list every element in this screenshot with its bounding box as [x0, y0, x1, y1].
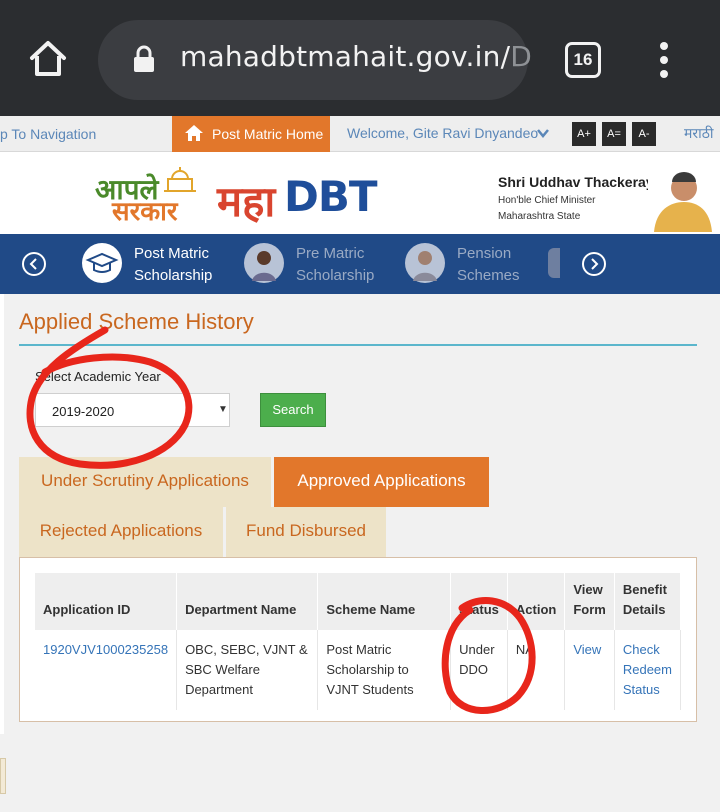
mahadbt-logo-dbt: DBT: [284, 172, 378, 221]
col-application-id: Application ID: [35, 573, 178, 630]
page-title: Applied Scheme History: [19, 309, 254, 334]
col-benefit-details: Benefit Details: [614, 573, 682, 630]
action-cell: NA: [507, 630, 566, 710]
application-id-link[interactable]: 1920VJV1000235258: [35, 630, 178, 710]
nav-item-pension[interactable]: Pension Schemes: [457, 243, 520, 287]
skip-to-navigation-link[interactable]: p To Navigation: [0, 126, 96, 142]
graduation-cap-icon[interactable]: [82, 243, 122, 283]
utility-bar: p To Navigation Post Matric Home Welcome…: [0, 116, 720, 152]
left-rail: [0, 294, 4, 734]
browser-toolbar: mahadbtmahait.gov.in/D 16: [0, 0, 720, 116]
cm-title: Hon'ble Chief Minister: [498, 195, 596, 206]
table-header-row: Application ID Department Name Scheme Na…: [35, 573, 682, 630]
title-divider: [19, 344, 697, 346]
cm-photo: [648, 166, 712, 232]
department-cell: OBC, SEBC, VJNT & SBC Welfare Department: [176, 630, 319, 710]
welcome-user-menu[interactable]: Welcome, Gite Ravi Dnyandeo: [347, 125, 538, 141]
check-redeem-status-link[interactable]: Check Redeem Status: [614, 630, 682, 710]
tab-approved[interactable]: Approved Applications: [274, 457, 489, 507]
scheme-cell: Post Matric Scholarship to VJNT Students: [317, 630, 452, 710]
overflow-menu-icon[interactable]: [652, 40, 676, 80]
applications-table: Application ID Department Name Scheme Na…: [35, 573, 682, 710]
academic-year-select[interactable]: 2019-2020 ▼: [35, 393, 230, 427]
scheme-carousel: Post Matric Scholarship Pre Matric Schol…: [0, 234, 720, 294]
font-decrease-button[interactable]: A-: [632, 122, 656, 146]
tab-under-scrutiny[interactable]: Under Scrutiny Applications: [19, 457, 271, 507]
nav-item-post-matric-line1: Post Matric: [134, 245, 210, 262]
carousel-next-icon[interactable]: [582, 252, 606, 276]
col-view-form: View Form: [564, 573, 615, 630]
next-item-peek: [548, 248, 560, 278]
tab-switcher-icon[interactable]: 16: [565, 42, 601, 78]
post-matric-home-button[interactable]: Post Matric Home: [172, 116, 330, 152]
chevron-down-icon[interactable]: [536, 127, 550, 139]
academic-year-value: 2019-2020: [52, 404, 115, 419]
nav-item-pre-matric-line1: Pre Matric: [296, 245, 365, 262]
col-department-name: Department Name: [176, 573, 319, 630]
table-row: 1920VJV1000235258 OBC, SEBC, VJNT & SBC …: [35, 630, 682, 710]
nav-item-pension-line2: Schemes: [457, 267, 520, 284]
aaple-sarkar-logo-line2: सरकार: [112, 197, 178, 227]
nav-item-post-matric[interactable]: Post Matric Scholarship: [134, 243, 212, 287]
url-text[interactable]: mahadbtmahait.gov.in/D: [180, 40, 532, 73]
search-button[interactable]: Search: [260, 393, 326, 427]
nav-item-pre-matric[interactable]: Pre Matric Scholarship: [296, 243, 374, 287]
student-icon[interactable]: [244, 243, 284, 283]
dropdown-caret-icon: ▼: [218, 404, 228, 415]
cm-name: Shri Uddhav Thackeray: [498, 174, 654, 190]
edge-widget: [0, 758, 6, 794]
nav-item-pre-matric-line2: Scholarship: [296, 267, 375, 284]
mahadbt-logo: महा: [217, 177, 276, 226]
col-action: Action: [507, 573, 566, 630]
font-reset-button[interactable]: A=: [602, 122, 626, 146]
nav-item-post-matric-line2: Scholarship: [134, 267, 213, 284]
col-scheme-name: Scheme Name: [317, 573, 452, 630]
post-matric-home-label: Post Matric Home: [212, 126, 324, 142]
tab-count: 16: [573, 50, 593, 69]
pension-elder-icon[interactable]: [405, 243, 445, 283]
nav-item-pension-line1: Pension: [457, 245, 512, 262]
status-cell: Under DDO: [450, 630, 508, 710]
tab-rejected[interactable]: Rejected Applications: [19, 507, 223, 557]
mantralaya-building-icon: [164, 167, 196, 192]
home-icon[interactable]: [26, 36, 70, 80]
house-icon: [185, 125, 203, 141]
carousel-prev-icon[interactable]: [22, 252, 46, 276]
font-increase-button[interactable]: A+: [572, 122, 596, 146]
cm-state: Maharashtra State: [498, 211, 581, 222]
language-toggle[interactable]: मराठी: [684, 124, 713, 143]
col-status: Status: [450, 573, 508, 630]
tab-fund-disbursed[interactable]: Fund Disbursed: [226, 507, 386, 557]
lock-icon: [134, 45, 154, 72]
academic-year-label: Select Academic Year: [35, 369, 161, 384]
view-form-link[interactable]: View: [564, 630, 615, 710]
